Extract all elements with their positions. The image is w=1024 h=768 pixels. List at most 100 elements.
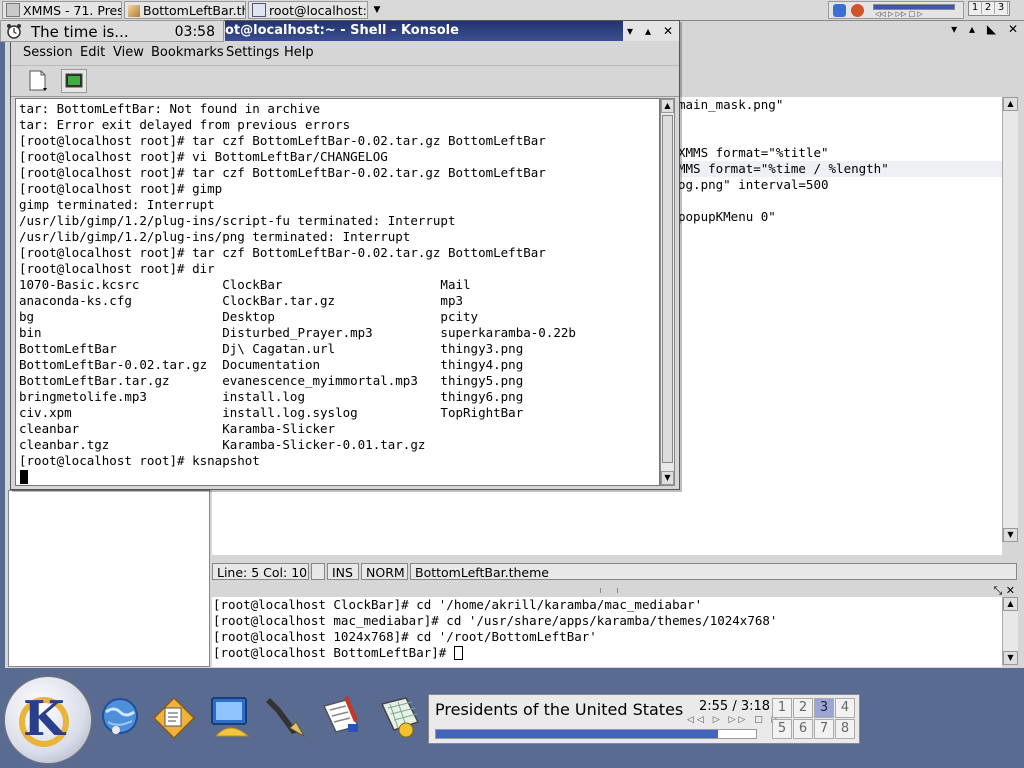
task-label: BottomLeftBar.th [143, 3, 246, 18]
top-pager-desktop[interactable]: 2 [982, 2, 995, 14]
top-pager-desktop[interactable]: 1 [969, 2, 982, 14]
terminal-line: cleanbar.tgz Karamba-Slicker-0.01.tar.gz [19, 437, 426, 452]
terminal-line: tar: BottomLeftBar: Not found in archive [19, 101, 321, 116]
task-xmms[interactable]: XMMS - 71. Pres [2, 1, 122, 19]
close-icon[interactable]: ✕ [663, 22, 673, 40]
terminal-line: bin Disturbed_Prayer.mp3 superkaramba-0.… [19, 325, 576, 340]
editor-minimize-icon[interactable]: ▴ [969, 22, 975, 36]
file-list-panel[interactable] [8, 490, 210, 667]
editor-window-controls: ▾ ▴ ◣ ✕ [943, 22, 1018, 36]
mini-player-controls[interactable]: ◁◁ ▷ ▷▷ □ ▷ [875, 10, 923, 18]
task-editor[interactable]: BottomLeftBar.th [124, 1, 246, 19]
pager-desktop-8[interactable]: 8 [835, 719, 855, 739]
terminal-tab-icon [65, 73, 83, 88]
scroll-up-icon[interactable]: ▲ [661, 99, 674, 113]
display-settings-icon[interactable] [206, 692, 254, 740]
minimize-icon[interactable]: ▴ [645, 22, 651, 40]
editor-maximize-icon[interactable]: ◣ [987, 22, 996, 36]
editor-close-icon[interactable]: ✕ [1008, 22, 1018, 36]
embedded-term-cursor [453, 646, 463, 660]
splitter-grip[interactable] [600, 588, 618, 593]
terminal-icon [252, 3, 266, 17]
file-name: BottomLeftBar.theme [410, 563, 1017, 580]
lock-icon[interactable] [833, 4, 846, 17]
scroll-up-icon[interactable]: ▲ [1003, 97, 1018, 111]
editor-line: popupKMenu 0" [678, 209, 776, 224]
konsole-window: ot@localhost:~ - Shell - Konsole ▾ ▴ ✕ S… [10, 20, 680, 490]
terminal-line: civ.xpm install.log.syslog TopRightBar [19, 405, 524, 420]
menu-edit[interactable]: Edit [80, 44, 105, 62]
scroll-down-icon[interactable]: ▼ [1003, 651, 1018, 665]
terminal-line: BottomLeftBar.tar.gz evanescence_myimmor… [19, 373, 524, 388]
menu-bookmarks[interactable]: Bookmarks [151, 44, 224, 62]
selection-mode: NORM [361, 563, 408, 580]
pager-desktop-4[interactable]: 4 [835, 698, 855, 718]
editor-line: XMMS format="%title" [678, 145, 829, 160]
logout-icon[interactable] [851, 4, 864, 17]
terminal-line: bringmetolife.mp3 install.log thingy6.pn… [19, 389, 524, 404]
maximize-pane-icon[interactable]: ⤡ [993, 584, 1002, 597]
scrollbar-thumb[interactable] [662, 115, 673, 463]
terminal-scrollbar[interactable]: ▲ ▼ [660, 98, 675, 486]
menu-view[interactable]: View [113, 44, 144, 62]
pager-desktop-7[interactable]: 7 [814, 719, 834, 739]
pager-desktop-5[interactable]: 5 [772, 719, 792, 739]
track-title: Presidents of the United States - Ca [435, 700, 683, 719]
pager-desktop-3[interactable]: 3 [814, 698, 834, 718]
scroll-down-icon[interactable]: ▼ [661, 471, 674, 485]
pane-splitter[interactable]: ⤡ ✕ [212, 584, 1017, 597]
scroll-up-icon[interactable]: ▲ [1003, 597, 1018, 611]
text-editor-icon[interactable] [318, 692, 366, 740]
task-label: XMMS - 71. Pres [23, 3, 122, 18]
terminal-session-button[interactable] [61, 69, 87, 93]
terminal-line: [root@localhost root]# tar czf BottomLef… [19, 165, 546, 180]
window-menu-arrow-icon[interactable]: ▾ [627, 22, 633, 40]
new-session-button[interactable] [25, 69, 51, 93]
task-list-arrow-icon[interactable]: ▼ [370, 3, 384, 17]
top-pager: 123 [968, 1, 1010, 16]
terminal-line: bg Desktop pcity [19, 309, 479, 324]
cursor-position: Line: 5 Col: 10 [212, 563, 309, 580]
terminal-line: [root@localhost root]# tar czf BottomLef… [19, 245, 546, 260]
terminal-line: [root@localhost root]# dir [19, 261, 215, 276]
pen-nib-icon[interactable] [262, 692, 310, 740]
terminal-line: 1070-Basic.kcsrc ClockBar Mail [19, 277, 471, 292]
office-files-icon[interactable] [150, 692, 198, 740]
menu-help[interactable]: Help [284, 44, 314, 62]
task-konsole[interactable]: root@localhost:~ [248, 1, 368, 19]
terminal-line: [root@localhost root]# gimp [19, 181, 223, 196]
alarm-clock-icon [7, 24, 21, 39]
close-pane-icon[interactable]: ✕ [1006, 584, 1015, 597]
terminal-line: BottomLeftBar-0.02.tar.gz Documentation … [19, 357, 524, 372]
top-pager-desktop[interactable]: 3 [995, 2, 1008, 14]
editor-statusbar: Line: 5 Col: 10 INS NORM BottomLeftBar.t… [212, 562, 1017, 582]
editor-scrollbar[interactable]: ▲ ▼ [1002, 97, 1018, 542]
kmenu-button[interactable]: K [4, 676, 92, 764]
embedded-terminal[interactable]: [root@localhost ClockBar]# cd '/home/akr… [212, 597, 1002, 667]
media-player-widget: Presidents of the United States - Ca 2:5… [428, 694, 860, 744]
desktop-pager: 1 2 3 4 5 6 7 8 [772, 698, 856, 740]
pager-desktop-1[interactable]: 1 [772, 698, 792, 718]
pager-desktop-6[interactable]: 6 [793, 719, 813, 739]
scroll-down-icon[interactable]: ▼ [1003, 528, 1018, 542]
konsole-menubar: Session Edit View Bookmarks Settings Hel… [11, 42, 679, 64]
konsole-titlebar[interactable]: ot@localhost:~ - Shell - Konsole ▾ ▴ ✕ [225, 21, 679, 41]
terminal-output[interactable]: tar: BottomLeftBar: Not found in archive… [15, 98, 660, 486]
embedded-term-line: [root@localhost 1024x768]# cd '/root/Bot… [213, 629, 597, 644]
embedded-terminal-scrollbar[interactable]: ▲ ▼ [1002, 597, 1018, 665]
new-document-icon [29, 70, 47, 91]
terminal-line: BottomLeftBar Dj\ Cagatan.url thingy3.pn… [19, 341, 524, 356]
konsole-toolbar [11, 65, 679, 97]
modified-indicator [311, 563, 325, 580]
spreadsheet-icon[interactable] [376, 692, 424, 740]
track-progress-bar[interactable] [435, 729, 757, 739]
k-logo-icon: K [23, 691, 65, 747]
pager-desktop-2[interactable]: 2 [793, 698, 813, 718]
system-tray: ◁◁ ▷ ▷▷ □ ▷ [828, 1, 964, 19]
konsole-window-controls: ▾ ▴ ✕ [623, 21, 679, 41]
player-controls[interactable]: ◁◁ ▷ ▷▷ □ ▷ [687, 715, 781, 725]
menu-session[interactable]: Session [23, 44, 73, 62]
browser-globe-icon[interactable] [96, 692, 144, 740]
menu-settings[interactable]: Settings [226, 44, 279, 62]
editor-menu-arrow-icon[interactable]: ▾ [951, 22, 957, 36]
